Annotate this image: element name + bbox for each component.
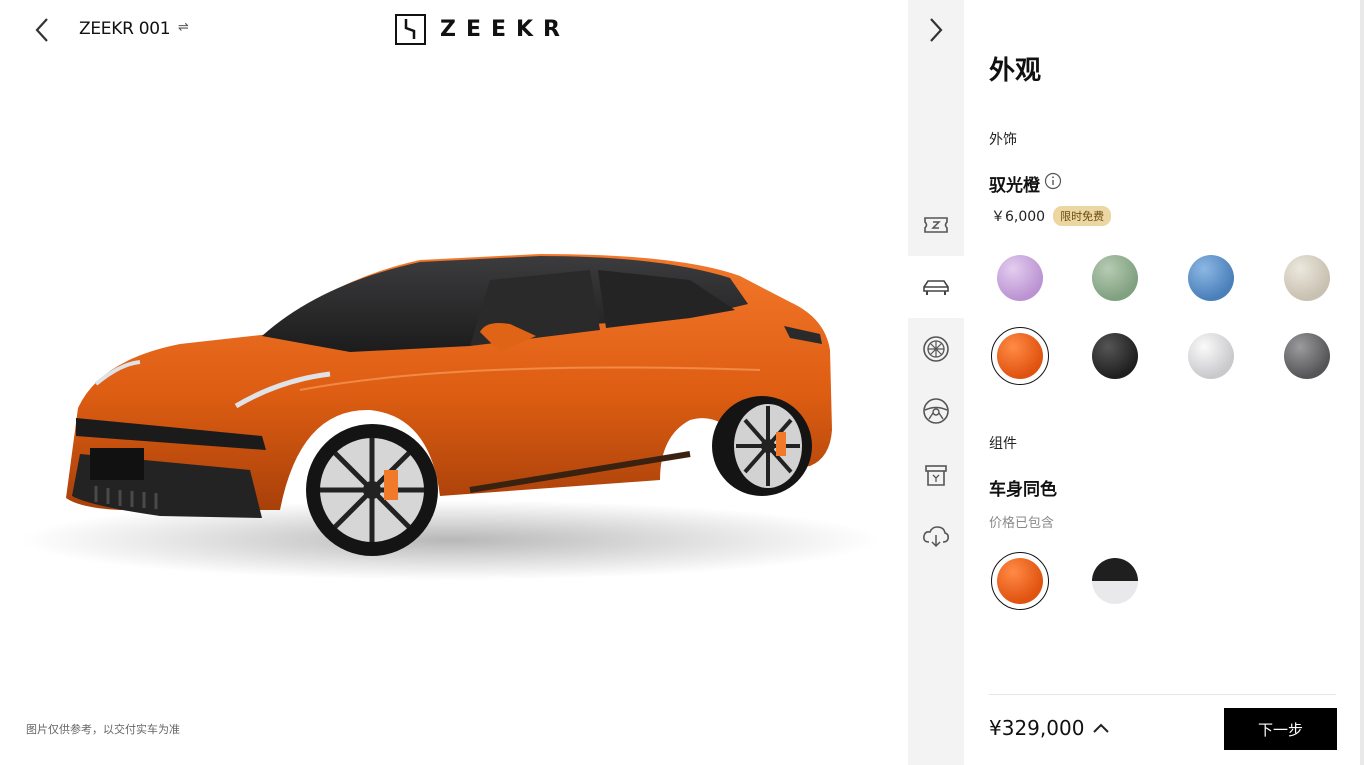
chevron-up-icon: [1093, 723, 1110, 733]
chevron-right-icon: [930, 18, 943, 42]
swatch-black[interactable]: [1092, 333, 1138, 379]
swatch-sand-beige[interactable]: [1284, 255, 1330, 301]
component-option-name: 车身同色: [989, 480, 1057, 500]
free-badge: 限时免费: [1053, 206, 1112, 226]
image-disclaimer: 图片仅供参考，以交付实车为准: [26, 723, 180, 736]
component-swatch-body-color[interactable]: [991, 552, 1049, 610]
ticket-icon: [924, 217, 948, 233]
total-price: ¥329,000: [989, 716, 1085, 740]
model-name: ZEEKR 001: [79, 19, 171, 39]
nav-item-interior[interactable]: [908, 380, 964, 442]
nav-item-exterior[interactable]: [908, 256, 964, 318]
package-icon: [925, 465, 947, 486]
car-stage: ZEEKR 001 ⇌ ZEEKR 图片仅供参考，以交付实车为准: [0, 0, 908, 765]
panel-title: 外观: [989, 56, 1042, 86]
exterior-section-label: 外饰: [989, 132, 1017, 148]
scrollbar-edge: [1360, 0, 1364, 765]
wheel-icon: [923, 336, 949, 362]
component-price-note: 价格已包含: [989, 516, 1055, 531]
total-price-toggle[interactable]: ¥329,000: [989, 716, 1110, 740]
info-icon[interactable]: [1044, 172, 1062, 194]
steering-wheel-icon: [923, 398, 949, 424]
chevron-left-icon: [35, 18, 48, 42]
footer-divider: [989, 694, 1336, 695]
swatch-grey[interactable]: [1284, 333, 1330, 379]
swatch-sky-blue[interactable]: [1188, 255, 1234, 301]
zeekr-mark-icon: [395, 14, 426, 45]
swap-model-button[interactable]: ⇌: [178, 20, 189, 35]
nav-item-packages[interactable]: [908, 444, 964, 506]
config-panel: 外观 外饰 驭光橙 ￥6,000 限时免费 组件 车身同色 价格已包含 ¥329…: [964, 0, 1364, 765]
option-price-line: ￥6,000 限时免费: [991, 206, 1112, 226]
car-image[interactable]: [0, 240, 908, 620]
next-view-button[interactable]: [908, 12, 964, 48]
nav-item-ticket[interactable]: [908, 194, 964, 256]
component-swatch-two-tone[interactable]: [1092, 558, 1138, 604]
swatch-silver-white[interactable]: [1188, 333, 1234, 379]
back-button[interactable]: [28, 14, 56, 46]
selected-color-name: 驭光橙: [989, 176, 1040, 196]
swatch-sage-green[interactable]: [1092, 255, 1138, 301]
nav-item-download[interactable]: [908, 506, 964, 568]
swatch-orange[interactable]: [991, 327, 1049, 385]
components-section-label: 组件: [989, 436, 1017, 452]
cloud-download-icon: [923, 526, 949, 548]
option-price: ￥6,000: [991, 209, 1046, 225]
config-nav: [908, 0, 964, 765]
brand-logo: ZEEKR: [395, 14, 570, 45]
next-step-button[interactable]: 下一步: [1224, 708, 1337, 750]
swatch-lavender[interactable]: [997, 255, 1043, 301]
brand-wordmark: ZEEKR: [440, 17, 570, 42]
car-exterior-icon: [923, 280, 949, 295]
nav-item-wheels[interactable]: [908, 318, 964, 380]
